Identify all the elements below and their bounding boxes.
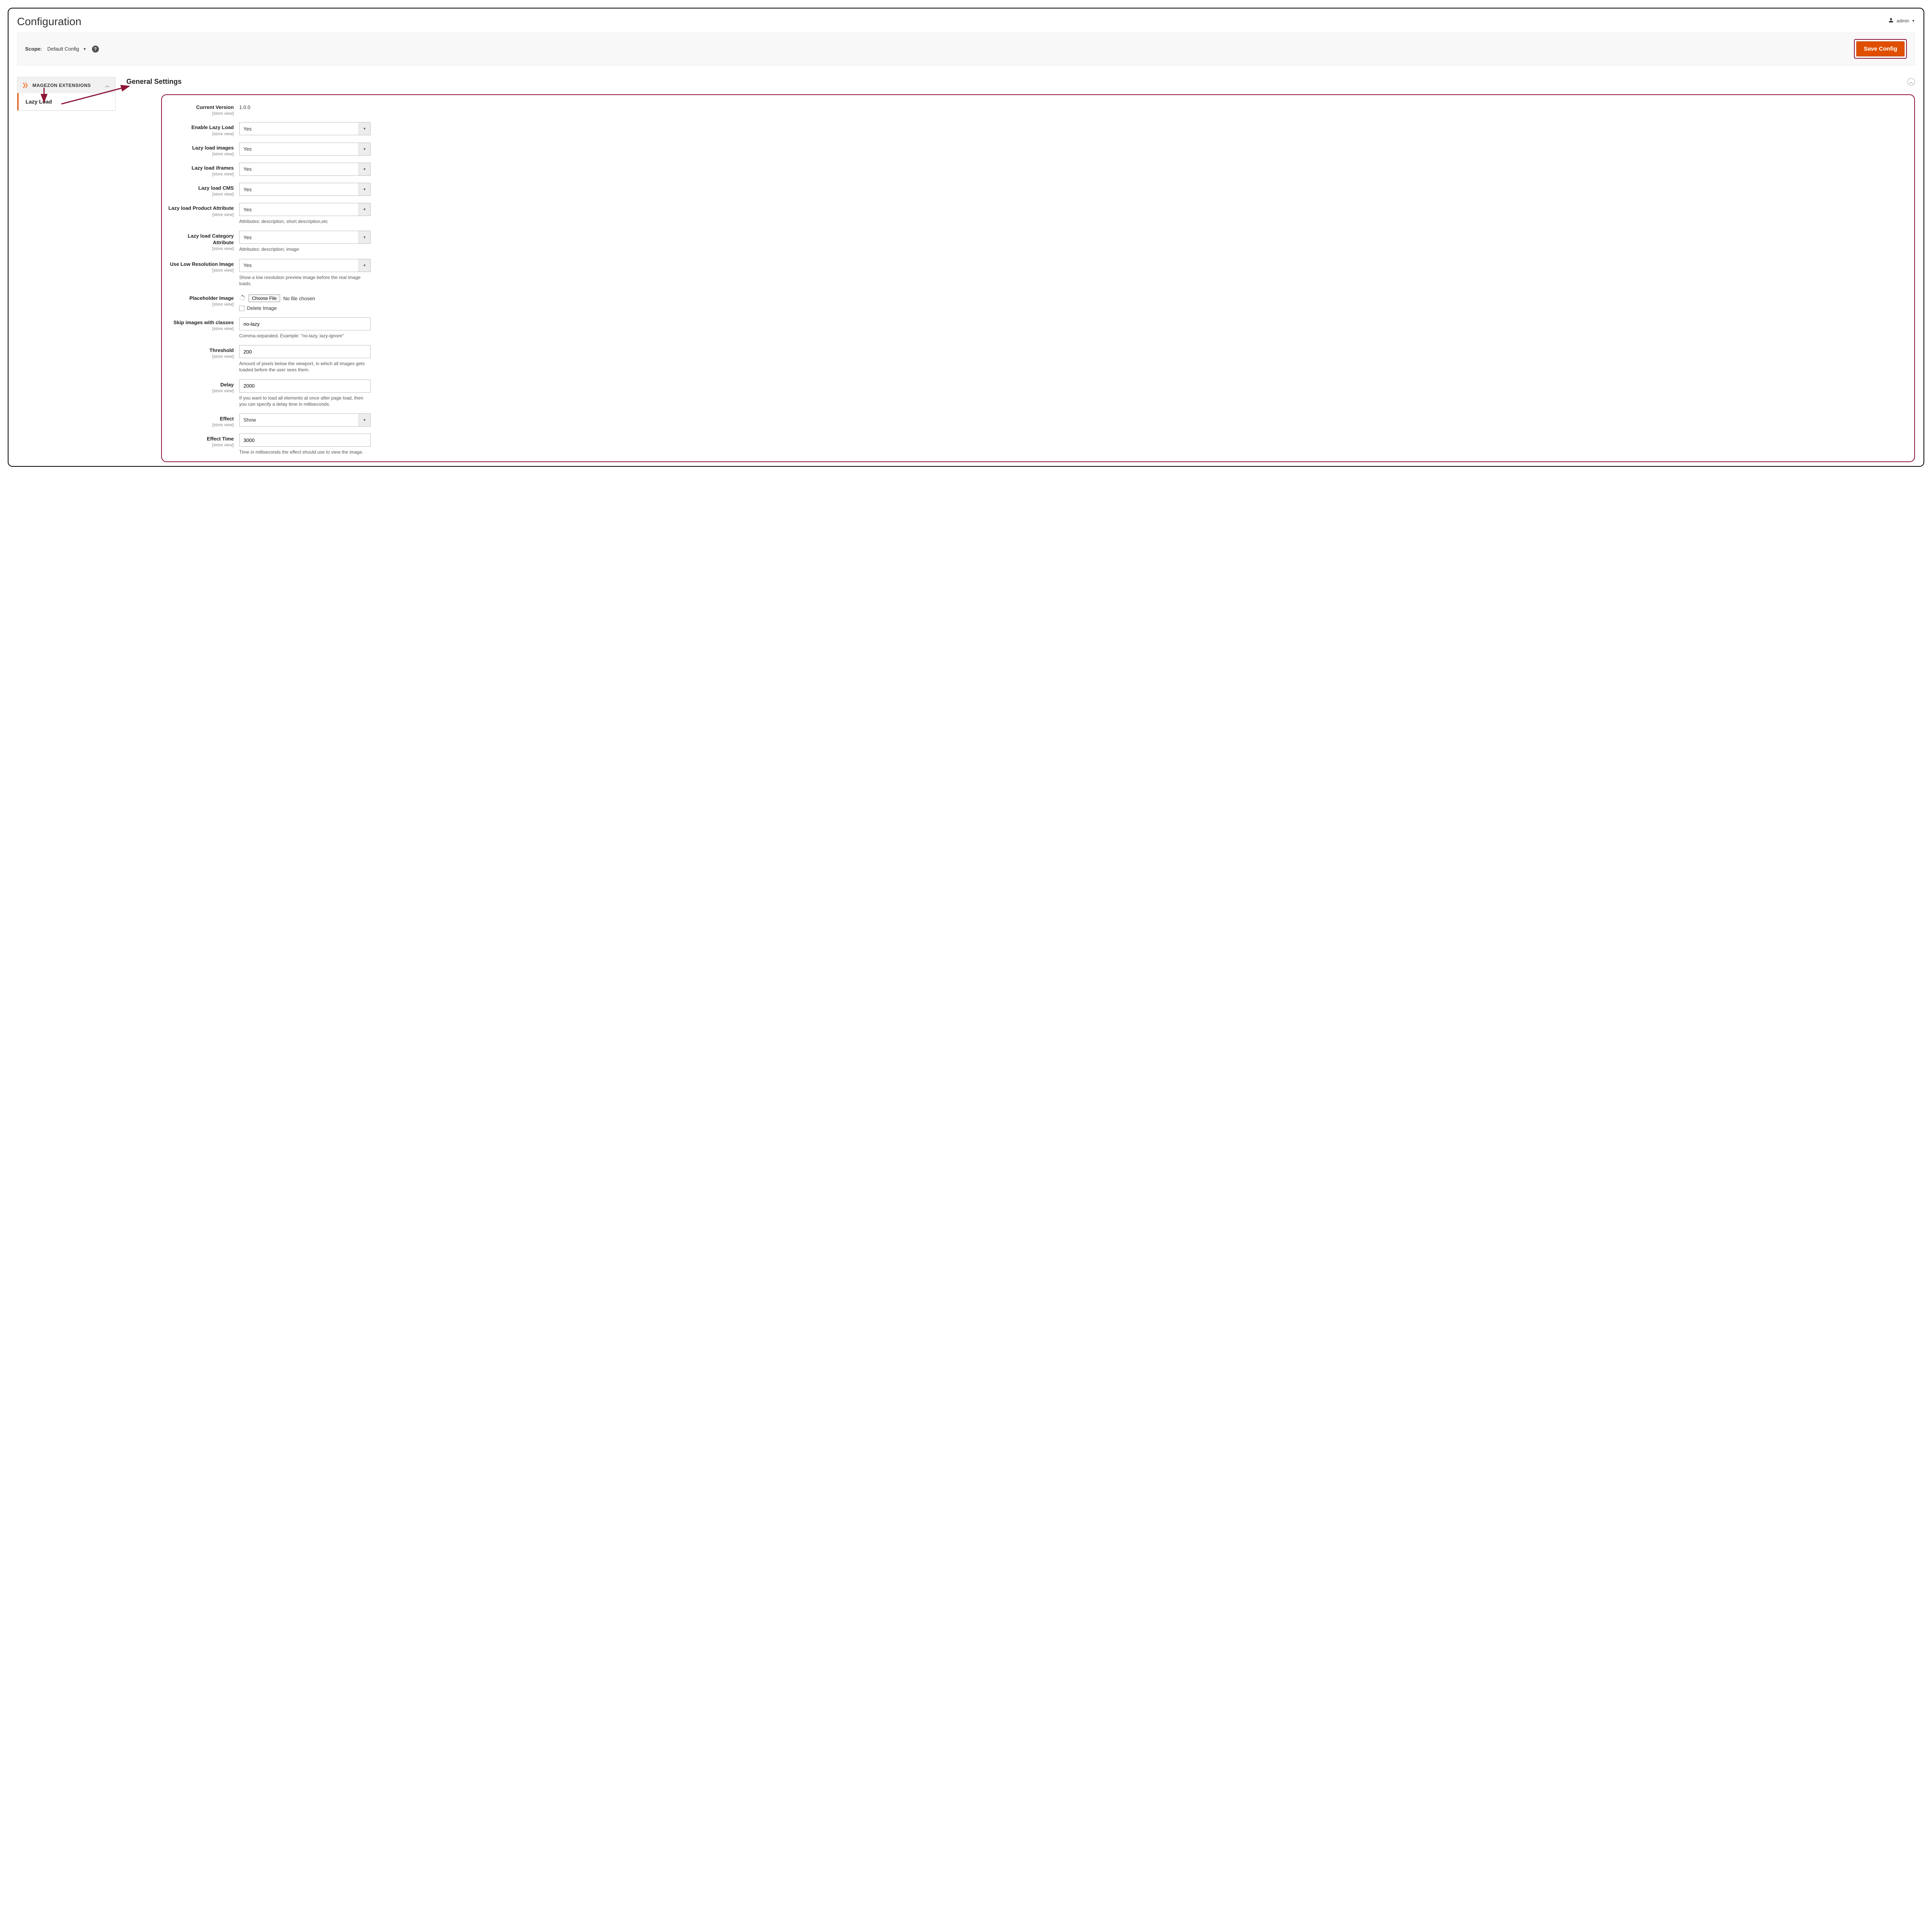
scope-note: [store view] — [166, 354, 234, 359]
label-skip-classes: Skip images with classes — [166, 320, 234, 326]
label-effect-time: Effect Time — [166, 436, 234, 442]
select-lazy-load-cms[interactable]: Yes ▼ — [239, 183, 371, 196]
select-value: Yes — [240, 183, 359, 196]
input-effect-time[interactable] — [239, 434, 371, 447]
caret-down-icon: ▼ — [359, 163, 370, 175]
label-lazy-load-category-attribute: Lazy load Category Attribute — [166, 233, 234, 246]
scope-note: [store view] — [166, 192, 234, 197]
label-effect: Effect — [166, 416, 234, 422]
label-lazy-load-iframes: Lazy load iframes — [166, 165, 234, 171]
note-delay: If you want to load all elements at once… — [239, 395, 371, 407]
select-lazy-load-category-attribute[interactable]: Yes ▼ — [239, 231, 371, 244]
save-config-button[interactable]: Save Config — [1856, 41, 1905, 56]
section-heading-general[interactable]: General Settings — [126, 78, 182, 86]
caret-down-icon: ▼ — [359, 414, 370, 426]
settings-panel-highlight: Current Version [store view] 1.0.0 Enabl… — [161, 94, 1915, 462]
spinner-icon — [239, 295, 245, 302]
scope-note: [store view] — [166, 132, 234, 136]
caret-down-icon: ▼ — [1912, 19, 1915, 23]
scope-note: [store view] — [166, 172, 234, 177]
label-lazy-load-cms: Lazy load CMS — [166, 185, 234, 191]
caret-down-icon: ▼ — [359, 203, 370, 216]
input-threshold[interactable] — [239, 345, 371, 358]
select-lazy-load-iframes[interactable]: Yes ▼ — [239, 163, 371, 176]
select-value: Yes — [240, 143, 359, 155]
select-value: Yes — [240, 231, 359, 243]
select-value: Yes — [240, 203, 359, 216]
scope-select[interactable]: Default Config ▼ — [47, 46, 86, 52]
admin-user-menu[interactable]: admin ▼ — [1888, 15, 1915, 24]
scope-note: [store view] — [166, 152, 234, 156]
page-title: Configuration — [17, 15, 82, 28]
input-skip-classes[interactable] — [239, 317, 371, 330]
chevron-up-icon: ︿ — [105, 82, 110, 88]
select-value: Yes — [240, 122, 359, 135]
delete-image-checkbox[interactable] — [239, 306, 245, 311]
label-delay: Delay — [166, 382, 234, 388]
select-effect[interactable]: Show ▼ — [239, 413, 371, 427]
caret-down-icon: ▼ — [359, 259, 370, 272]
help-icon[interactable]: ? — [92, 46, 99, 53]
caret-down-icon: ▼ — [83, 47, 87, 51]
value-current-version: 1.0.0 — [239, 102, 371, 110]
select-lazy-load-product-attribute[interactable]: Yes ▼ — [239, 203, 371, 216]
label-threshold: Threshold — [166, 347, 234, 354]
scope-note: [store view] — [166, 389, 234, 393]
delete-image-label: Delete Image — [247, 305, 277, 311]
sidebar-section-magezon[interactable]: MAGEZON EXTENSIONS ︿ — [17, 77, 115, 93]
label-enable-lazy-load: Enable Lazy Load — [166, 124, 234, 131]
select-enable-lazy-load[interactable]: Yes ▼ — [239, 122, 371, 135]
note-low-res: Show a low resolution preview image befo… — [239, 274, 371, 287]
caret-down-icon: ▼ — [359, 231, 370, 243]
input-delay[interactable] — [239, 379, 371, 393]
scope-note: [store view] — [166, 111, 234, 116]
note-product-attribute: Attributes: description, short descripti… — [239, 218, 371, 224]
admin-user-name: admin — [1896, 18, 1909, 24]
scope-value: Default Config — [47, 46, 79, 52]
label-placeholder-image: Placeholder Image — [166, 295, 234, 301]
sidebar-item-lazy-load[interactable]: Lazy Load — [17, 93, 115, 111]
scope-label: Scope: — [25, 46, 42, 52]
label-lazy-load-product-attribute: Lazy load Product Attribute — [166, 205, 234, 211]
choose-file-button[interactable]: Choose File — [248, 294, 280, 302]
caret-down-icon: ▼ — [359, 122, 370, 135]
scope-note: [store view] — [166, 423, 234, 427]
label-current-version: Current Version — [166, 104, 234, 111]
select-lazy-load-images[interactable]: Yes ▼ — [239, 143, 371, 156]
select-value: Show — [240, 414, 359, 426]
note-effect-time: Time in milliseconds the effect should u… — [239, 449, 371, 455]
select-low-res-image[interactable]: Yes ▼ — [239, 259, 371, 272]
label-low-res-image: Use Low Resolution Image — [166, 261, 234, 267]
scope-note: [store view] — [166, 302, 234, 307]
user-icon — [1888, 17, 1894, 24]
scope-note: [store view] — [166, 327, 234, 331]
select-value: Yes — [240, 259, 359, 272]
caret-down-icon: ▼ — [359, 143, 370, 155]
save-highlight-box: Save Config — [1854, 39, 1907, 59]
label-lazy-load-images: Lazy load images — [166, 145, 234, 151]
select-value: Yes — [240, 163, 359, 175]
scope-note: [store view] — [166, 247, 234, 251]
note-category-attribute: Attributes: description, image — [239, 246, 371, 252]
sidebar-section-title: MAGEZON EXTENSIONS — [32, 83, 91, 88]
no-file-chosen-text: No file chosen — [283, 296, 315, 301]
sidebar-item-label: Lazy Load — [26, 99, 52, 105]
note-skip-classes: Comma-separated. Example: "no-lazy, lazy… — [239, 333, 371, 339]
caret-down-icon: ▼ — [359, 183, 370, 196]
note-threshold: Amount of pixels below the viewport, in … — [239, 361, 371, 373]
scope-note: [store view] — [166, 213, 234, 217]
scope-note: [store view] — [166, 268, 234, 273]
scope-note: [store view] — [166, 443, 234, 447]
collapse-section-icon[interactable]: ︿ — [1907, 78, 1915, 86]
magezon-icon — [23, 83, 29, 88]
